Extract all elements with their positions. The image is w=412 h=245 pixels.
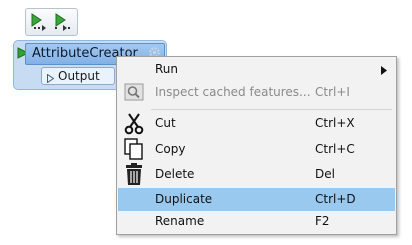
menu-item-shortcut: Del (315, 167, 335, 181)
context-menu: Run Inspect cached features... Ctrl+I Cu… (116, 56, 397, 235)
submenu-arrow-icon (381, 64, 387, 78)
menu-item-shortcut: Ctrl+I (315, 85, 350, 99)
menu-item-duplicate[interactable]: Duplicate Ctrl+D (118, 188, 395, 211)
copy-icon (122, 138, 146, 161)
menu-separator (151, 109, 392, 110)
output-port-icon (47, 72, 55, 86)
menu-item-label: Inspect cached features... (155, 85, 311, 99)
menu-item-inspect-cached[interactable]: Inspect cached features... Ctrl+I (118, 81, 395, 104)
menu-item-cut[interactable]: Cut Ctrl+X (118, 112, 395, 135)
menu-item-copy[interactable]: Copy Ctrl+C (118, 138, 395, 161)
menu-item-label: Copy (155, 142, 186, 156)
menu-item-label: Delete (155, 167, 195, 181)
menu-item-rename[interactable]: Rename F2 (118, 210, 395, 233)
menu-item-shortcut: Ctrl+X (315, 116, 355, 130)
scissors-icon (122, 112, 146, 135)
output-port[interactable]: Output (41, 67, 115, 85)
menu-item-label: Cut (155, 116, 176, 130)
menu-item-shortcut: F2 (315, 214, 330, 228)
menu-item-label: Rename (155, 214, 205, 228)
run-from-this-icon[interactable] (53, 12, 73, 32)
output-port-label: Output (58, 69, 100, 83)
menu-item-shortcut: Ctrl+C (315, 142, 355, 156)
menu-item-label: Run (155, 62, 179, 76)
menu-item-run[interactable]: Run (118, 58, 395, 81)
run-toolbar (25, 8, 78, 36)
menu-item-shortcut: Ctrl+D (315, 192, 356, 206)
magnifier-icon (122, 81, 146, 104)
menu-item-label: Duplicate (155, 192, 213, 206)
menu-item-delete[interactable]: Delete Del (118, 163, 395, 186)
run-to-this-icon[interactable] (29, 12, 49, 32)
trash-icon (122, 163, 146, 186)
